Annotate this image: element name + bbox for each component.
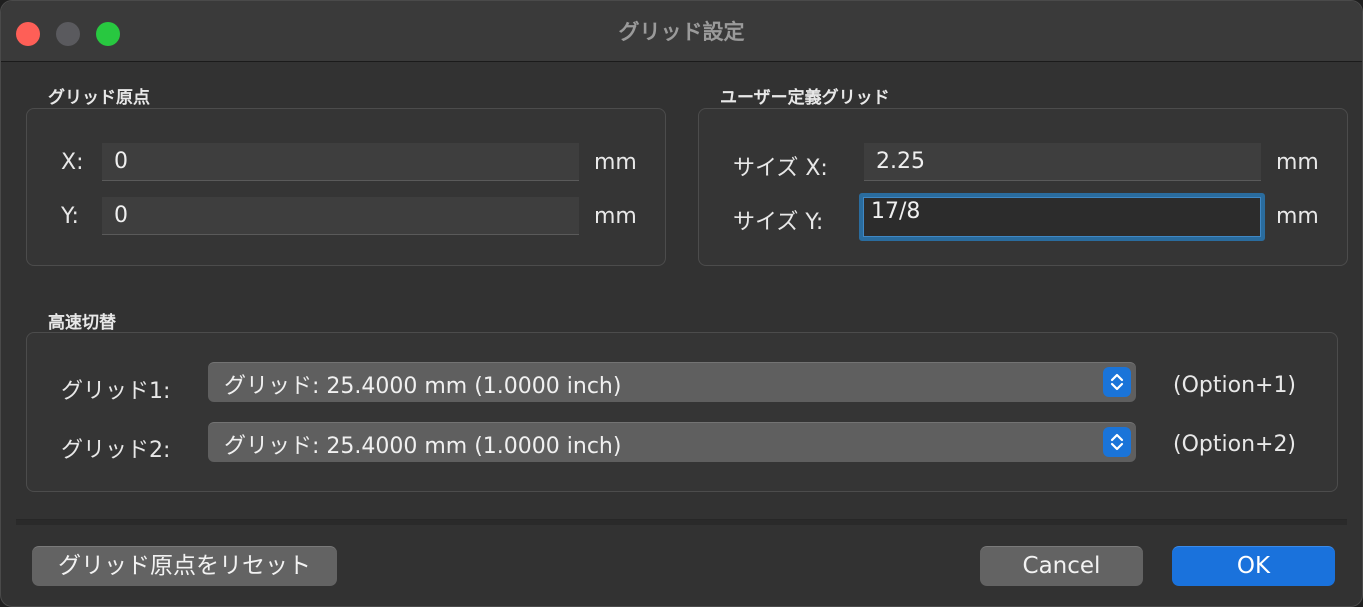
ok-button[interactable]: OK (1172, 546, 1335, 586)
grid2-select[interactable]: グリッド: 25.4000 mm (1.0000 inch) (208, 422, 1136, 462)
fast-switch-group: グリッド1: グリッド: 25.4000 mm (1.0000 inch) (O… (26, 332, 1338, 492)
grid-origin-label: グリッド原点 (48, 88, 150, 108)
origin-x-input[interactable]: 0 (102, 143, 579, 181)
user-grid-label: ユーザー定義グリッド (720, 88, 890, 108)
title-bar[interactable]: グリッド設定 (1, 1, 1362, 62)
size-y-input[interactable]: 17/8 (859, 193, 1265, 241)
grid1-label: グリッド1: (61, 379, 171, 404)
grid1-select-value: グリッド: 25.4000 mm (1.0000 inch) (224, 374, 622, 399)
fast-switch-label: 高速切替 (48, 313, 116, 333)
grid1-select-arrows-icon[interactable] (1103, 367, 1131, 397)
window-title: グリッド設定 (618, 20, 745, 44)
grid2-select-value: グリッド: 25.4000 mm (1.0000 inch) (224, 434, 622, 459)
footer-divider (16, 519, 1347, 525)
origin-y-unit: mm (594, 204, 637, 229)
size-x-label: サイズ X: (733, 156, 828, 181)
origin-y-label: Y: (61, 204, 79, 229)
user-grid-group: サイズ X: 2.25 mm サイズ Y: 17/8 mm (698, 108, 1348, 266)
origin-x-unit: mm (594, 150, 637, 175)
cancel-button[interactable]: Cancel (980, 546, 1143, 586)
origin-x-label: X: (61, 150, 84, 175)
grid-settings-dialog: グリッド設定 グリッド原点 X: 0 mm Y: 0 mm ユーザー定義グリッド… (0, 0, 1363, 607)
size-y-label: サイズ Y: (733, 210, 824, 235)
size-x-unit: mm (1276, 150, 1319, 175)
reset-origin-button[interactable]: グリッド原点をリセット (32, 546, 337, 586)
grid1-shortcut: (Option+1) (1173, 373, 1297, 398)
size-y-unit: mm (1276, 204, 1319, 229)
size-x-input[interactable]: 2.25 (864, 143, 1261, 181)
origin-y-input[interactable]: 0 (102, 197, 579, 235)
grid-origin-group: X: 0 mm Y: 0 mm (26, 108, 666, 266)
grid2-label: グリッド2: (61, 438, 171, 463)
grid2-shortcut: (Option+2) (1173, 432, 1297, 457)
grid1-select[interactable]: グリッド: 25.4000 mm (1.0000 inch) (208, 362, 1136, 402)
grid2-select-arrows-icon[interactable] (1103, 427, 1131, 457)
